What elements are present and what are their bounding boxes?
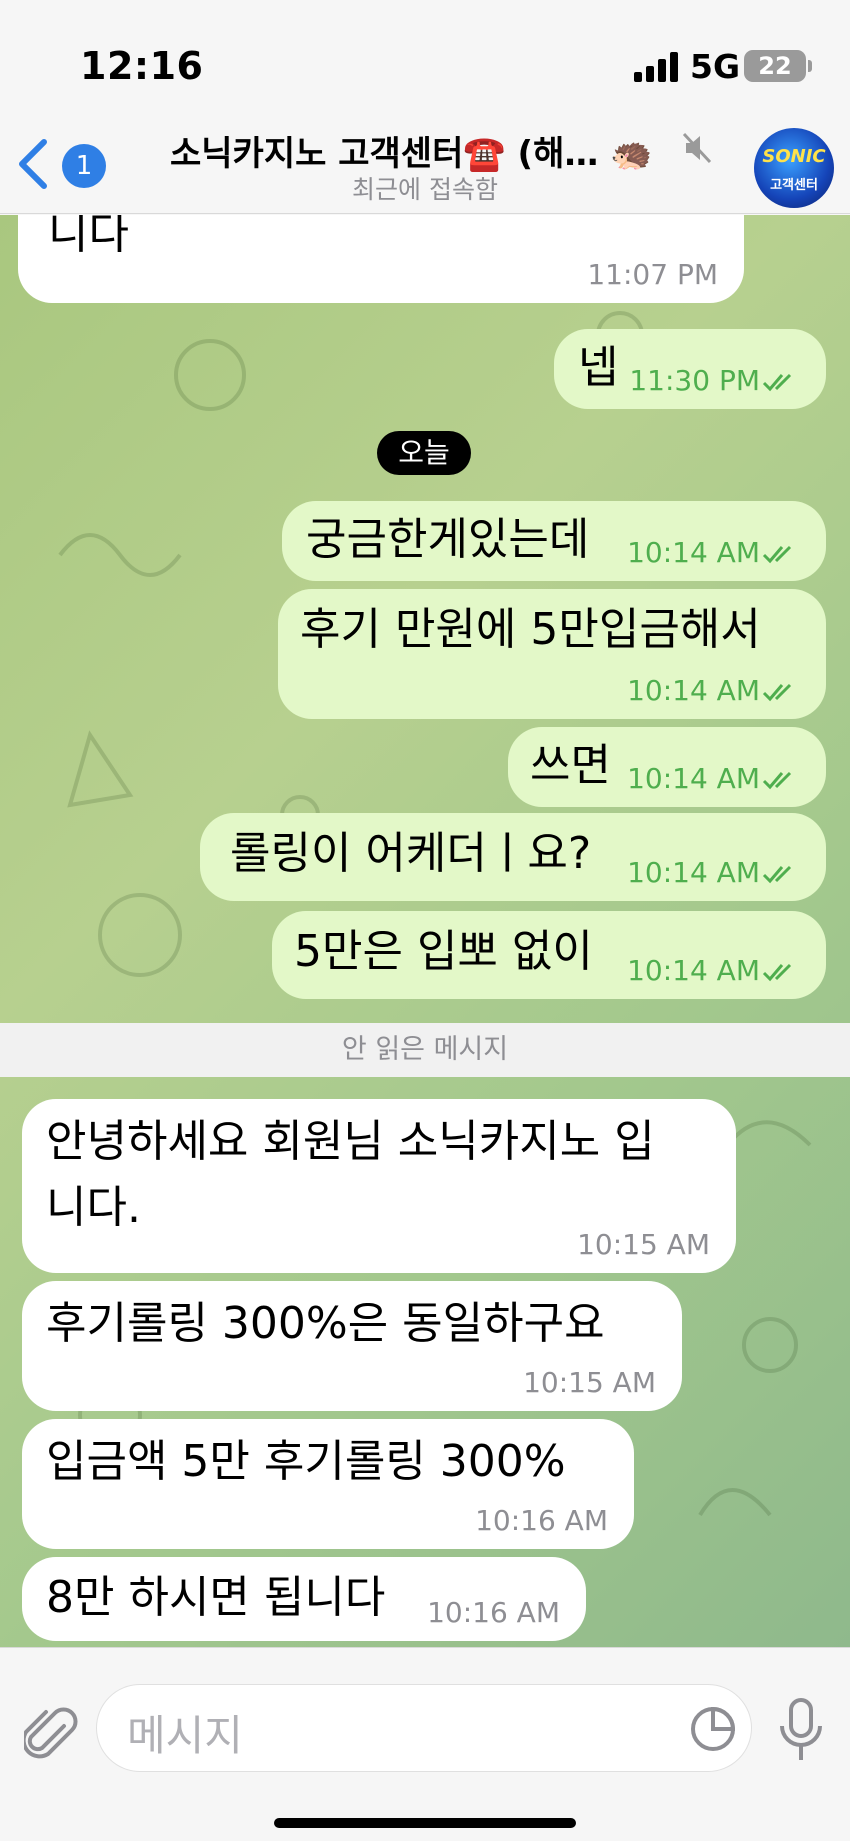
message-bubble-outgoing[interactable]: 넵 11:30 PM xyxy=(554,329,826,409)
message-meta: 10:14 AM xyxy=(627,955,800,987)
message-time: 10:15 AM xyxy=(577,1228,710,1261)
message-bubble-outgoing[interactable]: 쓰면 10:14 AM xyxy=(508,727,826,807)
message-time: 10:15 AM xyxy=(523,1366,656,1399)
double-check-icon xyxy=(762,865,792,884)
message-input-bar: 메시지 xyxy=(0,1647,850,1841)
avatar-label: 고객센터 xyxy=(770,178,818,193)
double-check-icon xyxy=(762,373,792,392)
message-time: 10:14 AM xyxy=(627,856,760,889)
message-bubble-incoming[interactable]: 안녕하세요 회원님 소닉카지노 입 니다. 10:15 AM xyxy=(22,1099,736,1273)
message-time: 11:30 PM xyxy=(629,364,760,397)
message-bubble-incoming[interactable]: 8만 하시면 됩니다 10:16 AM xyxy=(22,1557,586,1641)
message-bubble-incoming[interactable]: 후기롤링 300%은 동일하구요 10:15 AM xyxy=(22,1281,682,1411)
battery-icon: 22 xyxy=(744,50,812,82)
message-bubble-outgoing[interactable]: 후기 만원에 5만입금해서 10:14 AM xyxy=(278,589,826,719)
message-bubble-outgoing[interactable]: 롤링이 어케더ㅣ요? 10:14 AM xyxy=(200,813,826,901)
message-meta: 11:30 PM xyxy=(629,365,800,397)
message-meta: 10:14 AM xyxy=(627,763,800,795)
status-time: 12:16 xyxy=(80,44,204,88)
message-time: 10:14 AM xyxy=(627,954,760,987)
unread-messages-divider: 안 읽은 메시지 xyxy=(0,1023,850,1077)
muted-speaker-icon xyxy=(682,132,712,164)
paperclip-icon[interactable] xyxy=(24,1706,78,1764)
message-bubble-outgoing[interactable]: 5만은 입뽀 없이 10:14 AM xyxy=(272,911,826,999)
message-text: 후기 만원에 5만입금해서 xyxy=(300,604,761,655)
network-type: 5G xyxy=(690,47,741,86)
message-meta: 10:14 AM xyxy=(627,675,800,707)
message-bubble-incoming[interactable]: 입금액 5만 후기롤링 300% 10:16 AM xyxy=(22,1419,634,1549)
message-time: 10:16 AM xyxy=(475,1504,608,1537)
message-bubble-incoming[interactable]: 니다 11:07 PM xyxy=(18,215,744,303)
double-check-icon xyxy=(762,683,792,702)
home-indicator[interactable] xyxy=(274,1818,576,1828)
message-time: 10:14 AM xyxy=(627,762,760,795)
avatar-logo: SONIC xyxy=(762,146,826,167)
chat-header: 1 소닉카지노 고객센터☎️ (해… 🦔 최근에 접속함 SONIC 고객센터 xyxy=(0,120,850,214)
message-meta: 10:14 AM xyxy=(627,537,800,569)
message-text: 후기롤링 300%은 동일하구요 xyxy=(46,1298,605,1349)
cellular-signal-icon xyxy=(634,52,678,82)
double-check-icon xyxy=(762,963,792,982)
chat-title[interactable]: 소닉카지노 고객센터☎️ (해… 🦔 xyxy=(170,126,653,175)
double-check-icon xyxy=(762,545,792,564)
message-text: 입금액 5만 후기롤링 300% xyxy=(46,1436,566,1487)
message-bubble-outgoing[interactable]: 궁금한게있는데 10:14 AM xyxy=(282,501,826,581)
sticker-icon[interactable] xyxy=(689,1705,737,1753)
message-time: 10:16 AM xyxy=(427,1596,560,1629)
message-meta: 10:14 AM xyxy=(627,857,800,889)
chat-subtitle: 최근에 접속함 xyxy=(352,175,498,204)
status-bar: 12:16 5G 22 xyxy=(0,0,850,120)
message-input[interactable]: 메시지 xyxy=(96,1684,752,1772)
message-time: 11:07 PM xyxy=(587,258,718,291)
message-input-placeholder: 메시지 xyxy=(127,1711,243,1760)
microphone-icon[interactable] xyxy=(776,1696,826,1764)
avatar[interactable]: SONIC 고객센터 xyxy=(754,128,834,208)
message-time: 10:14 AM xyxy=(627,536,760,569)
message-time: 10:14 AM xyxy=(627,674,760,707)
chat-area[interactable]: 니다 11:07 PM 넵 11:30 PM 오늘 궁금한게있는데 10:14 … xyxy=(0,215,850,1647)
message-text-line: 안녕하세요 회원님 소닉카지노 입 xyxy=(46,1116,655,1167)
double-check-icon xyxy=(762,771,792,790)
date-separator: 오늘 xyxy=(377,431,471,475)
message-text: 니다 xyxy=(48,215,129,259)
